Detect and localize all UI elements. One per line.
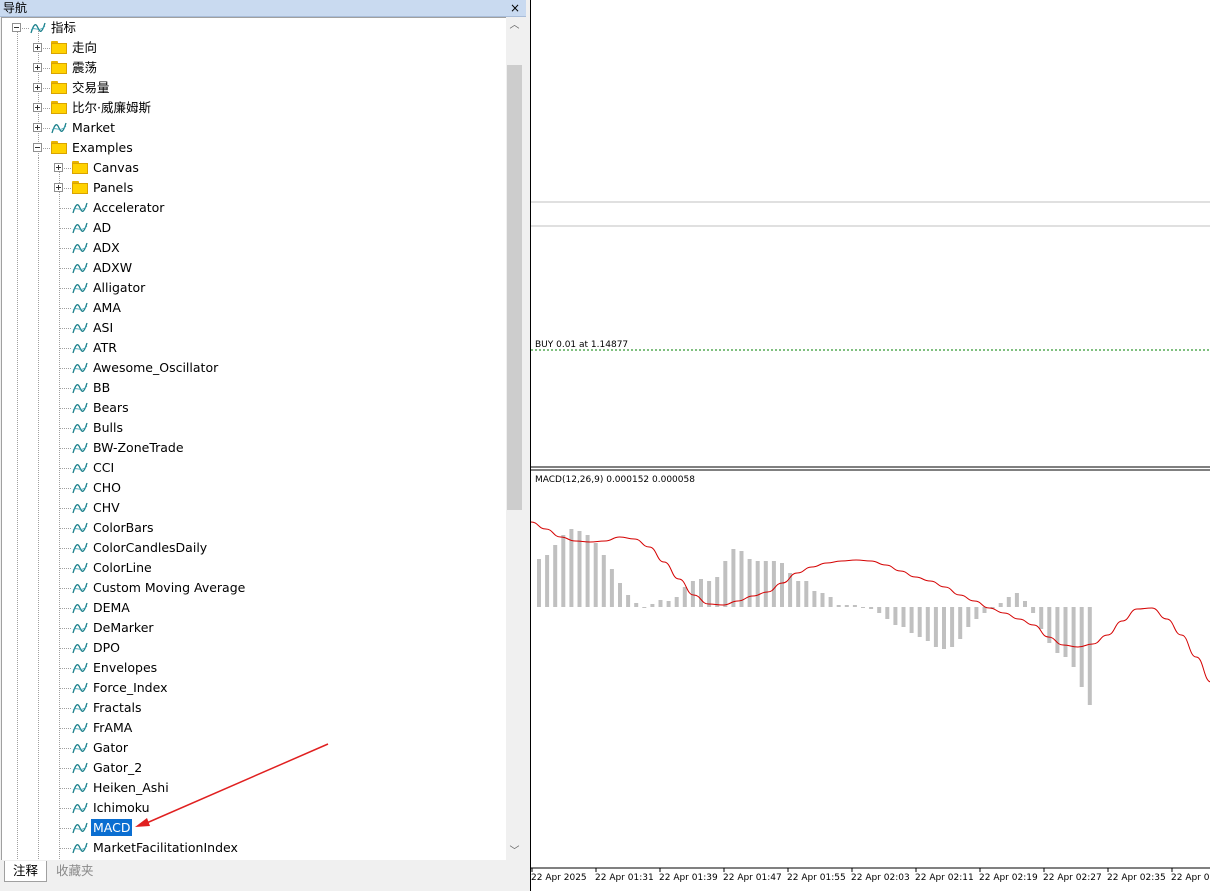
histogram-bar (763, 561, 768, 607)
histogram-bar (1055, 607, 1060, 653)
histogram-bar (658, 600, 663, 607)
histogram-bar (1087, 607, 1092, 705)
histogram-bar (707, 581, 712, 607)
histogram-bar (715, 577, 720, 607)
histogram-bar (804, 581, 809, 607)
time-label: 22 Apr 02:11 (915, 873, 974, 883)
histogram-bar (747, 559, 752, 607)
histogram-bar (642, 607, 647, 608)
histogram-bar (634, 603, 639, 607)
histogram-bar (699, 579, 703, 607)
histogram-bar (650, 604, 655, 607)
histogram-bar (893, 607, 898, 625)
annotation-arrow (135, 743, 329, 827)
histogram-bar (966, 607, 971, 627)
time-label: 22 Apr 02:35 (1107, 873, 1166, 883)
histogram-bar (917, 607, 922, 637)
histogram-bar (869, 607, 874, 609)
histogram-bar (626, 595, 631, 607)
histogram-bar (796, 581, 801, 607)
histogram-bar (674, 597, 679, 607)
histogram-bar (925, 607, 930, 641)
histogram-bar (739, 551, 744, 607)
histogram-bar (1023, 601, 1027, 607)
histogram-bar (836, 605, 841, 607)
histogram-bar (852, 605, 857, 607)
macd-signal-line (531, 521, 1210, 683)
histogram-bar (1014, 593, 1019, 607)
time-label: 22 Apr 02:19 (979, 873, 1038, 883)
histogram-bar (1031, 607, 1036, 613)
macd-label: MACD(12,26,9) 0.000152 0.000058 (535, 475, 695, 485)
histogram-bar (585, 535, 590, 607)
time-label: 22 Apr 02:27 (1043, 873, 1102, 883)
histogram-bar (593, 543, 598, 607)
histogram-bar (942, 607, 946, 649)
time-label: 22 Apr 2025 (531, 873, 587, 883)
histogram-bar (844, 605, 849, 607)
histogram-bar (723, 561, 728, 607)
chart-window[interactable]: BUY 0.01 at 1.14877 MACD(12,26,9) 0.0001… (530, 0, 1210, 891)
time-label: 22 Apr 01:39 (659, 873, 718, 883)
histogram-bar (609, 569, 614, 607)
time-label: 22 Apr 01:31 (595, 873, 654, 883)
histogram-bar (998, 603, 1003, 607)
histogram-bar (877, 607, 882, 613)
histogram-bar (1063, 607, 1068, 657)
histogram-bar (577, 531, 582, 607)
time-label: 22 Apr 0 (1171, 873, 1210, 883)
histogram-bar (885, 607, 890, 619)
histogram-bar (958, 607, 963, 639)
histogram-bar (861, 607, 865, 608)
macd-histogram (537, 529, 1092, 705)
histogram-bar (982, 607, 987, 613)
histogram-bar (537, 559, 541, 607)
histogram-bar (820, 593, 825, 607)
histogram-bar (974, 607, 979, 619)
chart-canvas: BUY 0.01 at 1.14877 MACD(12,26,9) 0.0001… (531, 201, 1210, 883)
histogram-bar (731, 549, 736, 607)
histogram-bar (545, 555, 550, 607)
histogram-bar (755, 561, 760, 607)
histogram-bar (561, 535, 566, 607)
histogram-bar (1006, 597, 1011, 607)
histogram-bar (601, 555, 606, 607)
histogram-bar (901, 607, 906, 627)
histogram-bar (1071, 607, 1076, 667)
order-label: BUY 0.01 at 1.14877 (535, 340, 628, 350)
time-axis: 22 Apr 2025 22 Apr 01:31 22 Apr 01:39 22 Ap… (531, 868, 1210, 883)
histogram-bar (1039, 607, 1044, 629)
navigator-panel: 导航 × 指标 走向 震荡 交易量 比尔·威廉姆斯 Market Examples Canva… (0, 0, 526, 891)
histogram-bar (771, 561, 776, 607)
histogram-bar (933, 607, 938, 647)
time-label: 22 Apr 01:55 (787, 873, 846, 883)
histogram-bar (828, 597, 833, 607)
histogram-bar (950, 607, 955, 647)
histogram-bar (909, 607, 914, 633)
histogram-bar (780, 563, 784, 607)
histogram-bar (666, 601, 671, 607)
time-label: 22 Apr 01:47 (723, 873, 782, 883)
histogram-bar (682, 587, 687, 607)
histogram-bar (618, 583, 622, 607)
histogram-bar (553, 545, 558, 607)
time-label: 22 Apr 02:03 (851, 873, 910, 883)
histogram-bar (812, 591, 817, 607)
